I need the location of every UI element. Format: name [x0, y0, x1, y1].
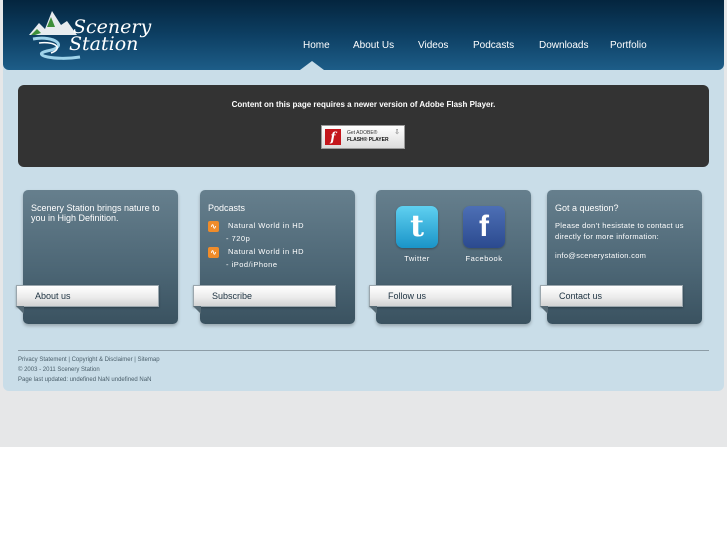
flash-required-message: Content on this page requires a newer ve… — [231, 100, 496, 109]
flash-badge-get-text: Get ADOBE® — [347, 130, 378, 136]
contact-body: Please don’t hesistate to contact us dir… — [555, 220, 695, 261]
footer-links: Privacy Statement | Copyright & Disclaim… — [18, 357, 160, 363]
subscribe-button[interactable]: Subscribe — [193, 285, 336, 307]
logo-text-station: Station — [69, 33, 139, 55]
rss-icon: ∿ — [208, 221, 219, 232]
footer-copyright: © 2003 - 2011 Scenery Station — [18, 367, 100, 373]
podcast-title: Natural World in HD — [228, 221, 305, 230]
podcast-subtitle: - 720p — [226, 234, 251, 243]
footer-divider — [18, 350, 709, 351]
site-logo[interactable]: Scenery Station — [25, 5, 151, 65]
nav-podcasts[interactable]: Podcasts — [473, 40, 514, 51]
contact-us-button-label: Contact us — [559, 291, 603, 301]
button-fold — [540, 306, 548, 314]
podcast-item-ipod[interactable]: ∿ Natural World in HD - iPod/iPhone — [208, 247, 348, 273]
privacy-statement-link[interactable]: Privacy Statement — [18, 357, 67, 363]
rss-icon: ∿ — [208, 247, 219, 258]
facebook-label: Facebook — [465, 254, 503, 263]
contact-heading: Got a question? — [555, 203, 619, 213]
follow-us-button-label: Follow us — [388, 291, 427, 301]
nav-portfolio[interactable]: Portfolio — [610, 40, 647, 51]
site-header: Scenery Station Home About Us Videos Pod… — [3, 0, 724, 70]
podcast-title: Natural World in HD — [228, 247, 305, 256]
follow-us-button[interactable]: Follow us — [369, 285, 512, 307]
facebook-link[interactable]: f Facebook — [454, 206, 514, 264]
twitter-icon: t — [396, 206, 438, 248]
download-arrow-icon: ⇩ — [394, 129, 400, 136]
twitter-link[interactable]: t Twitter — [387, 206, 447, 264]
podcast-item-720p[interactable]: ∿ Natural World in HD - 720p — [208, 221, 348, 247]
flash-logo-icon: f — [325, 129, 341, 145]
facebook-icon: f — [463, 206, 505, 248]
copyright-disclaimer-link[interactable]: Copyright & Disclaimer — [72, 357, 133, 363]
contact-email-link[interactable]: info@scenerystation.com — [555, 250, 695, 261]
podcasts-heading: Podcasts — [208, 203, 246, 213]
get-flash-player-button[interactable]: f Get ADOBE® FLASH® PLAYER ⇩ — [321, 125, 405, 149]
contact-message: Please don’t hesistate to contact us dir… — [555, 221, 684, 241]
button-fold — [193, 306, 201, 314]
flash-badge-player-text: FLASH® PLAYER — [347, 137, 389, 143]
active-nav-indicator — [300, 61, 324, 70]
sitemap-link[interactable]: Sitemap — [138, 357, 160, 363]
contact-us-button[interactable]: Contact us — [540, 285, 683, 307]
podcast-subtitle: - iPod/iPhone — [226, 260, 278, 269]
footer-last-updated: Page last updated: undefined NaN undefin… — [18, 377, 152, 383]
nav-home[interactable]: Home — [303, 40, 330, 51]
twitter-label: Twitter — [404, 254, 430, 263]
about-us-button[interactable]: About us — [16, 285, 159, 307]
nav-downloads[interactable]: Downloads — [539, 40, 588, 51]
about-us-button-label: About us — [35, 291, 71, 301]
button-fold — [16, 306, 24, 314]
flash-content-area: Content on this page requires a newer ve… — [18, 85, 709, 167]
nav-videos[interactable]: Videos — [418, 40, 448, 51]
button-fold — [369, 306, 377, 314]
subscribe-button-label: Subscribe — [212, 291, 253, 301]
about-card-text: Scenery Station brings nature to you in … — [31, 203, 160, 223]
nav-about-us[interactable]: About Us — [353, 40, 394, 51]
